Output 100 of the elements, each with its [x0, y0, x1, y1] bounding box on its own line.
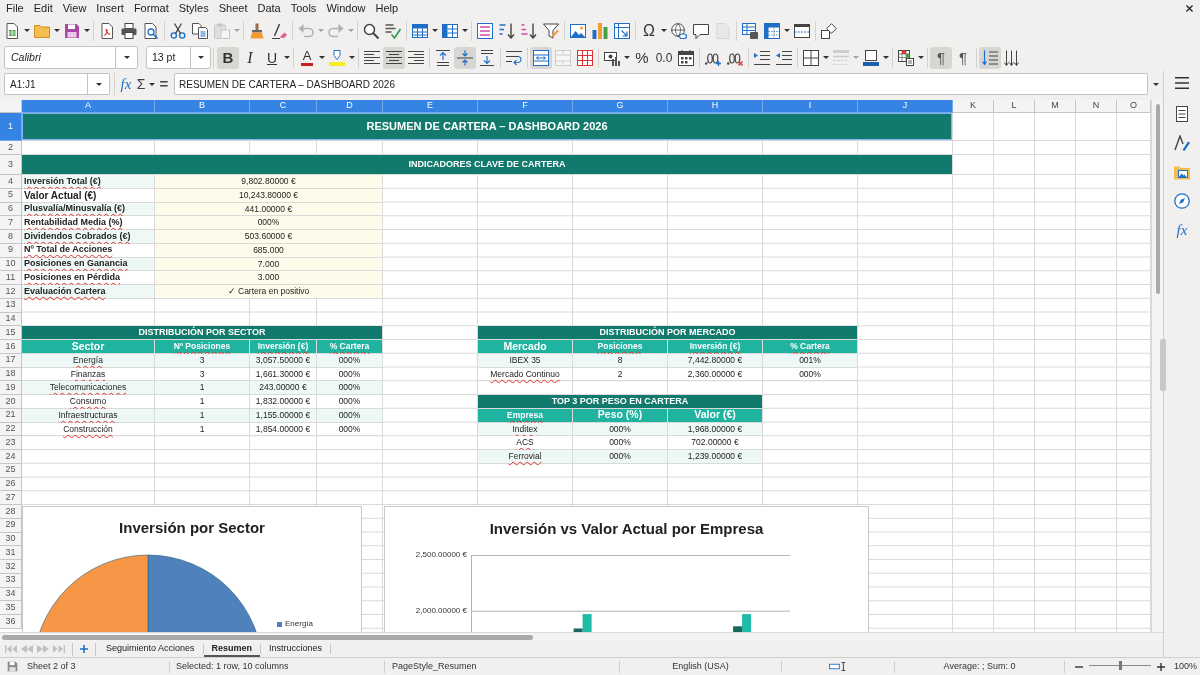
menu-item[interactable]: Window — [321, 0, 371, 17]
styles-icon[interactable] — [1174, 135, 1190, 151]
menu-item[interactable]: Edit — [28, 0, 58, 17]
caret-icon[interactable] — [432, 29, 438, 32]
caret-icon[interactable] — [624, 56, 630, 59]
zoom-in-icon[interactable] — [1157, 662, 1165, 671]
caret-icon[interactable] — [918, 56, 924, 59]
row-header[interactable]: 31 — [0, 546, 22, 560]
row-header[interactable]: 12 — [0, 285, 22, 299]
caret-icon[interactable] — [284, 56, 290, 59]
percent-button[interactable]: % — [631, 46, 653, 69]
menu-icon[interactable] — [1175, 76, 1189, 90]
column-header[interactable]: H — [668, 100, 763, 113]
column-header[interactable]: I — [763, 100, 858, 113]
column-header[interactable]: K — [953, 100, 994, 113]
gallery-icon[interactable] — [1174, 164, 1190, 180]
caret-icon[interactable] — [823, 56, 829, 59]
add-sheet-icon[interactable] — [80, 645, 88, 653]
caret-icon[interactable] — [95, 82, 102, 86]
selection-mode-icon[interactable] — [829, 662, 847, 671]
menu-item[interactable]: Help — [370, 0, 404, 17]
row-header[interactable]: 36 — [0, 615, 22, 629]
caret-icon[interactable] — [149, 82, 155, 86]
row-header[interactable]: 11 — [0, 271, 22, 285]
row-header[interactable]: 1 — [0, 113, 22, 141]
caret-icon[interactable] — [462, 29, 468, 32]
function-wizard-button[interactable]: fx — [118, 73, 134, 95]
merge-center-button[interactable] — [530, 46, 552, 69]
row-header[interactable]: 28 — [0, 505, 22, 519]
caret-icon[interactable] — [197, 56, 204, 59]
formula-input[interactable]: RESUMEN DE CARTERA – DASHBOARD 2026 — [174, 73, 1148, 95]
special-character-button[interactable]: Ω — [638, 19, 660, 42]
row-header[interactable]: 19 — [0, 381, 22, 395]
sheet-tab[interactable]: Resumen — [203, 641, 261, 657]
bold-button[interactable]: B — [217, 46, 239, 69]
close-icon[interactable] — [1186, 5, 1193, 12]
row-header[interactable]: 15 — [0, 326, 22, 340]
caret-icon[interactable] — [54, 29, 60, 32]
row-header[interactable]: 2 — [0, 141, 22, 155]
menu-item[interactable]: Data — [252, 0, 286, 17]
column-header[interactable]: L — [994, 100, 1035, 113]
font-size-field[interactable]: 13 pt — [146, 46, 211, 69]
row-header[interactable]: 35 — [0, 601, 22, 615]
compass-icon[interactable] — [1174, 193, 1190, 209]
zoom-out-icon[interactable] — [1075, 665, 1083, 668]
name-box[interactable]: A1:J1 — [4, 73, 110, 95]
vertical-scrollbar[interactable] — [1151, 100, 1163, 632]
caret-icon[interactable] — [123, 56, 130, 59]
row-header[interactable]: 20 — [0, 395, 22, 409]
caret-icon[interactable] — [661, 29, 667, 32]
column-header[interactable]: N — [1076, 100, 1117, 113]
vertical-text-button[interactable] — [979, 46, 1001, 69]
row-header[interactable]: 16 — [0, 340, 22, 354]
column-header[interactable]: J — [858, 100, 953, 113]
menu-item[interactable]: Styles — [173, 0, 214, 17]
formula-button[interactable]: = — [156, 73, 172, 95]
menu-item[interactable]: Tools — [285, 0, 322, 17]
column-header[interactable]: O — [1117, 100, 1151, 113]
right-to-left-button[interactable]: ¶ — [952, 46, 974, 69]
column-header[interactable]: E — [383, 100, 478, 113]
language-text[interactable]: English (USA) — [672, 659, 729, 674]
caret-icon[interactable] — [84, 29, 90, 32]
properties-icon[interactable] — [1174, 106, 1190, 122]
row-header[interactable]: 32 — [0, 560, 22, 574]
sum-button[interactable]: Σ — [134, 73, 148, 95]
font-color-button[interactable]: A — [296, 46, 318, 69]
menu-item[interactable]: View — [57, 0, 92, 17]
column-header[interactable]: A — [22, 100, 155, 113]
column-header[interactable]: C — [250, 100, 317, 113]
row-header[interactable]: 24 — [0, 450, 22, 464]
column-header[interactable]: B — [155, 100, 250, 113]
caret-icon[interactable] — [349, 56, 355, 59]
center-vertically-button[interactable] — [454, 46, 476, 69]
row-header[interactable]: 8 — [0, 230, 22, 244]
column-header[interactable]: G — [573, 100, 668, 113]
column-header[interactable]: F — [478, 100, 573, 113]
row-header[interactable]: 3 — [0, 155, 22, 175]
row-header[interactable]: 27 — [0, 491, 22, 505]
font-name-field[interactable]: Calibri — [4, 46, 138, 69]
row-header[interactable]: 23 — [0, 436, 22, 450]
underline-button[interactable]: U — [261, 46, 283, 69]
functions-button[interactable]: fx — [1176, 222, 1188, 238]
column-header[interactable]: M — [1035, 100, 1076, 113]
caret-icon[interactable] — [883, 56, 889, 59]
sheet-tab[interactable]: Seguimiento Acciones — [98, 641, 203, 657]
align-center-button[interactable] — [383, 46, 405, 69]
number-format-button[interactable]: 0.0 — [653, 46, 675, 69]
caret-icon[interactable] — [24, 29, 30, 32]
horizontal-scrollbar[interactable] — [0, 632, 1163, 641]
scrollbar-thumb[interactable] — [2, 634, 533, 640]
sidebar-handle[interactable] — [1160, 339, 1166, 391]
menu-item[interactable]: Insert — [91, 0, 129, 17]
row-header[interactable]: 4 — [0, 175, 22, 189]
menu-item[interactable]: Format — [128, 0, 174, 17]
slider-thumb[interactable] — [1119, 661, 1122, 670]
caret-icon[interactable] — [784, 29, 790, 32]
scrollbar-thumb[interactable] — [1155, 104, 1160, 294]
menu-item[interactable]: Sheet — [213, 0, 253, 17]
italic-button[interactable]: I — [239, 46, 261, 69]
row-header[interactable]: 7 — [0, 216, 22, 230]
